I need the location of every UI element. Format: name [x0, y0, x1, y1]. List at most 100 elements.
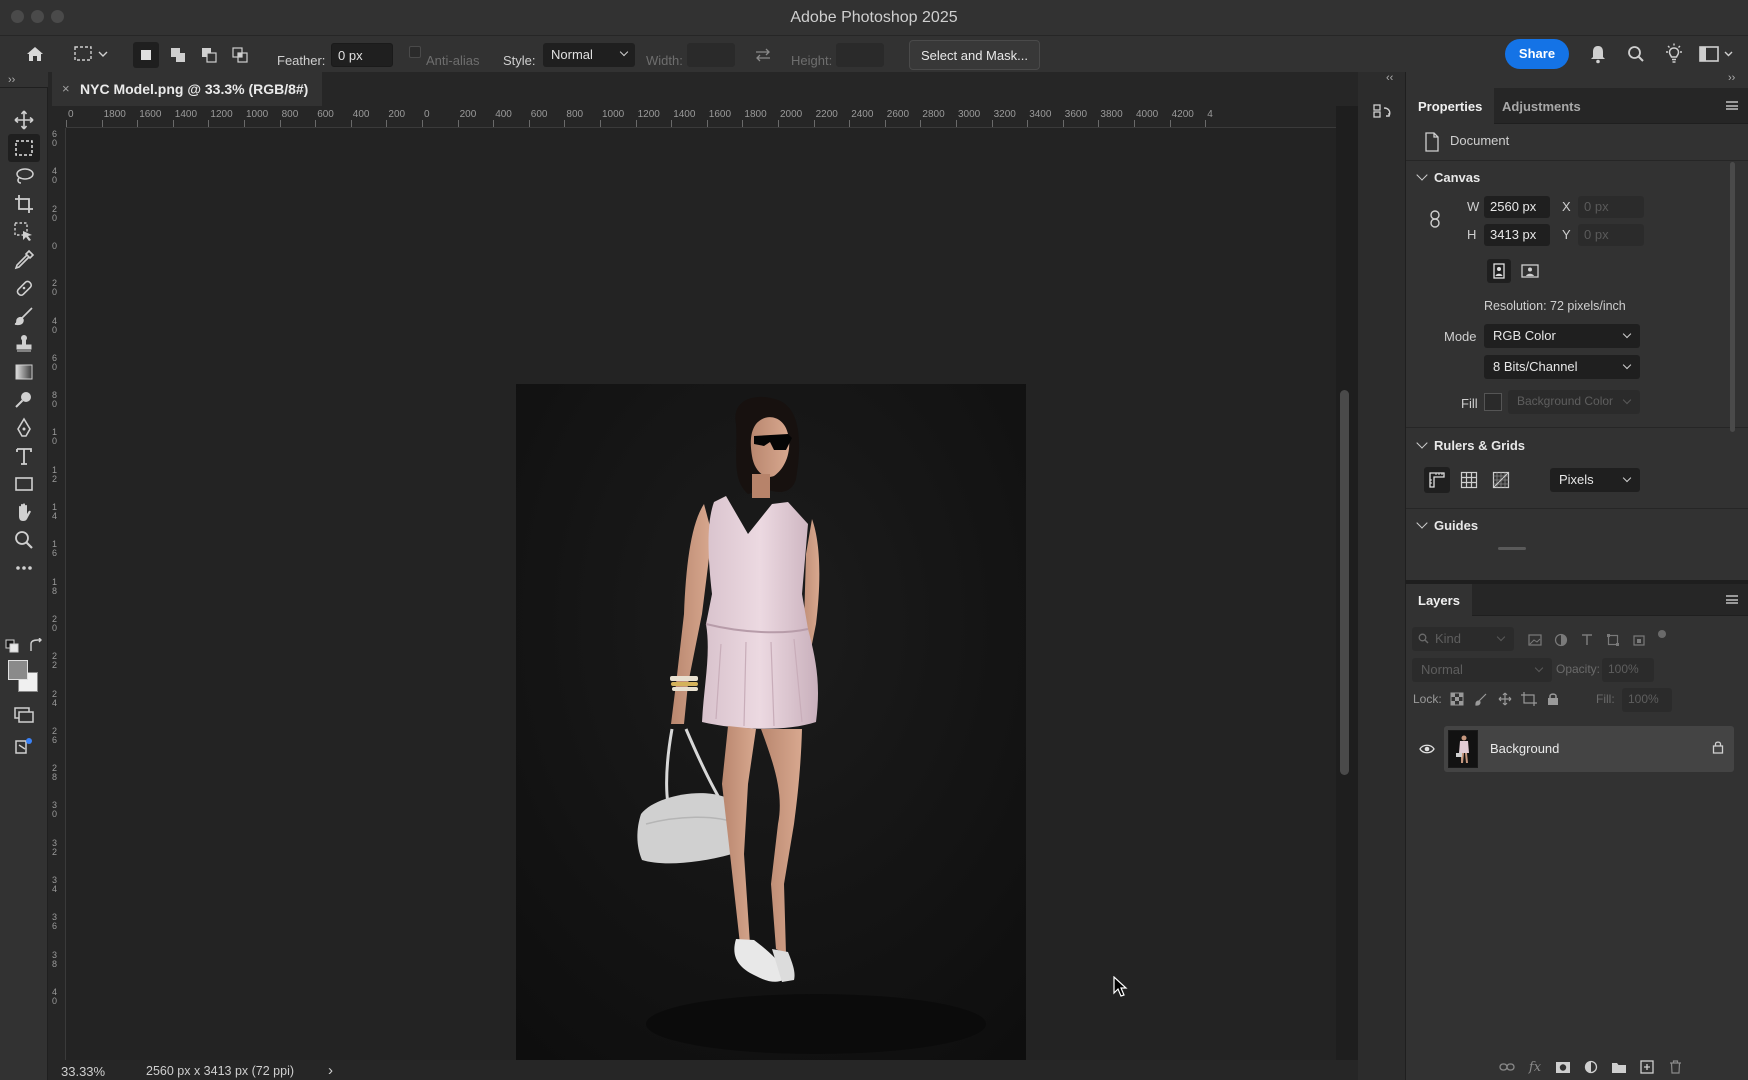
hand-tool-icon[interactable]: [8, 498, 40, 526]
toggle-rulers-icon[interactable]: [1424, 467, 1450, 493]
tab-properties[interactable]: Properties: [1406, 88, 1495, 124]
lock-image-pixels-icon[interactable]: [1472, 690, 1490, 708]
rectangular-marquee-tool-icon[interactable]: [8, 134, 40, 162]
zoom-tool-icon[interactable]: [8, 526, 40, 554]
canvas-y-input[interactable]: 0 px: [1578, 224, 1644, 246]
default-colors-icon[interactable]: [5, 639, 19, 653]
add-to-selection-icon[interactable]: [165, 42, 191, 68]
subtract-from-selection-icon[interactable]: [196, 42, 222, 68]
more-tools-icon[interactable]: [8, 554, 40, 582]
ruler-units-select[interactable]: Pixels: [1550, 468, 1640, 492]
pen-tool-icon[interactable]: [8, 414, 40, 442]
layer-locked-icon[interactable]: [1712, 740, 1726, 756]
layer-name[interactable]: Background: [1490, 741, 1559, 756]
clone-stamp-tool-icon[interactable]: [8, 330, 40, 358]
layer-filter-kind-select[interactable]: Kind: [1412, 627, 1514, 651]
dodge-tool-icon[interactable]: [8, 386, 40, 414]
portrait-orientation-icon[interactable]: [1487, 259, 1511, 283]
home-icon[interactable]: [22, 40, 48, 68]
discover-lightbulb-icon[interactable]: [1662, 41, 1686, 67]
layer-row-background[interactable]: Background: [1444, 726, 1734, 772]
ruler-horizontal[interactable]: 0 1800 1600 1400 1200 1000 800 600 400 200 0 200 400…: [66, 106, 1336, 128]
delete-layer-icon[interactable]: [1666, 1058, 1684, 1076]
height-input[interactable]: [836, 43, 884, 67]
antialias-checkbox[interactable]: [409, 46, 421, 58]
quick-mask-icon[interactable]: [8, 700, 40, 728]
new-selection-icon[interactable]: [133, 42, 159, 68]
toggle-pixel-grid-icon[interactable]: [1488, 467, 1514, 493]
document-image[interactable]: [516, 384, 1026, 1063]
fill-select[interactable]: Background Color: [1508, 390, 1640, 414]
filter-type-layers-icon[interactable]: [1578, 631, 1596, 649]
search-icon[interactable]: [1624, 42, 1648, 66]
fill-input[interactable]: 100%: [1622, 688, 1672, 712]
bit-depth-select[interactable]: 8 Bits/Channel: [1484, 355, 1640, 379]
select-and-mask-button[interactable]: Select and Mask...: [909, 40, 1040, 70]
vertical-scrollbar[interactable]: [1340, 390, 1349, 775]
canvas-section-header[interactable]: Canvas: [1416, 169, 1480, 185]
eyedropper-tool-icon[interactable]: [8, 246, 40, 274]
width-input[interactable]: [687, 43, 735, 67]
visibility-eye-icon[interactable]: [1418, 740, 1436, 758]
document-tab[interactable]: × NYC Model.png @ 33.3% (RGB/8#): [52, 72, 322, 106]
notifications-icon[interactable]: [1586, 42, 1610, 66]
blend-mode-select[interactable]: Normal: [1412, 658, 1552, 682]
lock-all-icon[interactable]: [1544, 690, 1562, 708]
healing-brush-tool-icon[interactable]: [8, 274, 40, 302]
move-tool-icon[interactable]: [8, 106, 40, 134]
landscape-orientation-icon[interactable]: [1518, 259, 1542, 283]
ruler-origin[interactable]: [48, 106, 66, 128]
canvas-height-input[interactable]: 3413 px: [1484, 224, 1550, 246]
object-selection-tool-icon[interactable]: [8, 218, 40, 246]
filter-adjustment-layers-icon[interactable]: [1552, 631, 1570, 649]
color-swatches[interactable]: [8, 660, 40, 694]
share-button[interactable]: Share: [1505, 39, 1569, 69]
expand-panels-icon[interactable]: ‹‹: [1386, 72, 1393, 84]
toolbar-collapse-icon[interactable]: ››: [8, 74, 15, 86]
history-panel-icon[interactable]: [1372, 102, 1394, 124]
new-adjustment-layer-icon[interactable]: [1582, 1058, 1600, 1076]
type-tool-icon[interactable]: [8, 442, 40, 470]
properties-scrollbar[interactable]: [1730, 162, 1735, 432]
guides-section-header[interactable]: Guides: [1416, 517, 1478, 533]
rectangle-tool-icon[interactable]: [8, 470, 40, 498]
feather-input[interactable]: 0 px: [331, 43, 393, 67]
lasso-tool-icon[interactable]: [8, 162, 40, 190]
filter-pixel-layers-icon[interactable]: [1526, 631, 1544, 649]
filter-smart-object-icon[interactable]: [1630, 631, 1648, 649]
collapse-panel-icon[interactable]: ››: [1728, 72, 1735, 84]
gradient-tool-icon[interactable]: [8, 358, 40, 386]
guides-color-bar[interactable]: [1498, 547, 1526, 550]
lock-transparent-pixels-icon[interactable]: [1448, 690, 1466, 708]
swap-colors-icon[interactable]: [28, 637, 44, 654]
workspace-icon[interactable]: [1697, 42, 1737, 66]
swap-dimensions-icon[interactable]: [752, 44, 774, 66]
filter-toggle-icon[interactable]: [1658, 630, 1666, 638]
add-mask-icon[interactable]: [1554, 1058, 1572, 1076]
fill-color-swatch[interactable]: [1484, 393, 1502, 411]
canvas-width-input[interactable]: 2560 px: [1484, 196, 1550, 218]
status-menu-arrow[interactable]: ›: [328, 1062, 333, 1079]
link-layers-icon[interactable]: [1498, 1058, 1516, 1076]
layers-menu-icon[interactable]: [1726, 595, 1738, 604]
zoom-level[interactable]: 33.33%: [61, 1064, 105, 1079]
crop-tool-icon[interactable]: [8, 190, 40, 218]
layer-style-fx-icon[interactable]: fx: [1526, 1058, 1544, 1076]
lock-position-icon[interactable]: [1496, 690, 1514, 708]
screen-mode-icon[interactable]: [8, 732, 40, 760]
intersect-selection-icon[interactable]: [227, 42, 253, 68]
filter-shape-layers-icon[interactable]: [1604, 631, 1622, 649]
canvas-x-input[interactable]: 0 px: [1578, 196, 1644, 218]
color-mode-select[interactable]: RGB Color: [1484, 324, 1640, 348]
marquee-preset-icon[interactable]: [72, 42, 112, 66]
panel-menu-icon[interactable]: [1726, 101, 1738, 110]
brush-tool-icon[interactable]: [8, 302, 40, 330]
opacity-input[interactable]: 100%: [1602, 658, 1654, 682]
toggle-grid-icon[interactable]: [1456, 467, 1482, 493]
new-group-icon[interactable]: [1610, 1058, 1628, 1076]
link-dimensions-icon[interactable]: [1428, 209, 1442, 229]
rulers-grids-section-header[interactable]: Rulers & Grids: [1416, 437, 1525, 453]
tab-layers[interactable]: Layers: [1406, 584, 1472, 616]
canvas-area[interactable]: [66, 128, 1336, 1063]
foreground-color-swatch[interactable]: [8, 660, 28, 680]
